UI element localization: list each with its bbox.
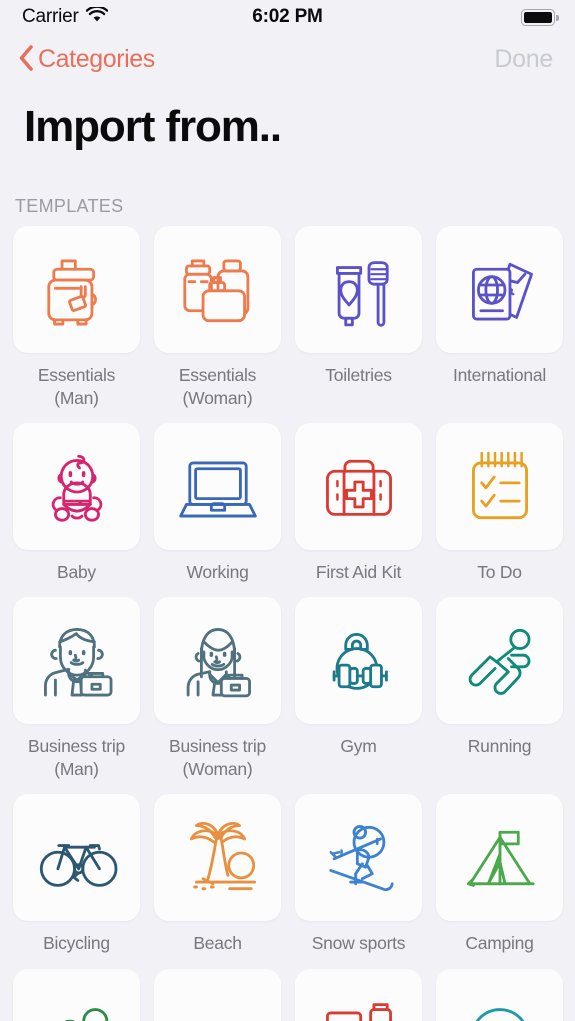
- template-tile[interactable]: Business trip (Man): [13, 597, 140, 794]
- suitcase-icon: [46, 259, 97, 326]
- template-icon-card[interactable]: [436, 794, 563, 922]
- template-tile[interactable]: To Do: [436, 423, 563, 597]
- template-tile[interactable]: Bicycling: [13, 794, 140, 968]
- template-label: International: [452, 365, 547, 386]
- template-label: Beach: [193, 933, 242, 954]
- section-header-templates: TEMPLATES: [15, 196, 124, 217]
- template-tile[interactable]: [436, 968, 563, 1021]
- template-label: Essentials (Woman): [178, 365, 257, 408]
- passport-ticket-icon: [471, 262, 533, 321]
- template-label: Business trip (Man): [28, 736, 125, 779]
- template-tile[interactable]: First Aid Kit: [295, 423, 422, 597]
- status-bar-right: [521, 8, 559, 26]
- businessman-icon: [43, 627, 112, 697]
- status-bar-left: Carrier: [22, 5, 108, 28]
- template-tile[interactable]: [13, 968, 140, 1021]
- template-icon-card[interactable]: [436, 226, 563, 354]
- palm-tree-sun-icon: [189, 821, 256, 890]
- navigation-bar: Categories Done: [0, 34, 575, 84]
- template-icon-card[interactable]: [13, 423, 140, 551]
- template-icon-card[interactable]: [154, 423, 281, 551]
- done-button[interactable]: Done: [494, 45, 553, 74]
- red-object-icon: [325, 1003, 392, 1021]
- template-icon-card[interactable]: [295, 226, 422, 354]
- template-icon-card[interactable]: [154, 794, 281, 922]
- template-tile[interactable]: Camping: [436, 794, 563, 968]
- baby-icon: [51, 454, 102, 522]
- template-icon-card[interactable]: [13, 226, 140, 354]
- blank-icon: [174, 988, 262, 1021]
- chevron-left-icon: [18, 44, 34, 75]
- template-label: Camping: [465, 933, 534, 954]
- tent-icon: [466, 830, 535, 887]
- template-icon-card[interactable]: [295, 423, 422, 551]
- template-label: First Aid Kit: [315, 562, 402, 583]
- template-tile[interactable]: Toiletries: [295, 226, 422, 423]
- template-tile[interactable]: Essentials (Woman): [154, 226, 281, 423]
- back-button-label: Categories: [38, 44, 155, 73]
- template-tile[interactable]: [295, 968, 422, 1021]
- businesswoman-icon: [186, 627, 251, 698]
- toothpaste-toothbrush-icon: [335, 260, 389, 327]
- template-icon-card[interactable]: [13, 968, 140, 1021]
- template-label: Gym: [340, 736, 377, 757]
- running-person-icon: [468, 628, 530, 695]
- template-tile[interactable]: Beach: [154, 794, 281, 968]
- page-title: Import from..: [24, 102, 282, 151]
- template-tile[interactable]: Working: [154, 423, 281, 597]
- template-label: Bicycling: [43, 933, 110, 954]
- template-icon-card[interactable]: [13, 597, 140, 725]
- template-tile[interactable]: [154, 968, 281, 1021]
- template-tile[interactable]: Snow sports: [295, 794, 422, 968]
- checklist-notepad-icon: [471, 451, 528, 519]
- template-label: Business trip (Woman): [169, 736, 266, 779]
- template-icon-card[interactable]: [436, 968, 563, 1021]
- template-icon-card[interactable]: [154, 968, 281, 1021]
- template-tile[interactable]: Gym: [295, 597, 422, 794]
- template-tile[interactable]: International: [436, 226, 563, 423]
- template-tile[interactable]: Business trip (Woman): [154, 597, 281, 794]
- status-bar: Carrier 6:02 PM: [0, 0, 575, 34]
- skier-icon: [328, 824, 394, 891]
- template-icon-card[interactable]: [295, 794, 422, 922]
- template-label: To Do: [477, 562, 522, 583]
- first-aid-kit-icon: [325, 459, 392, 516]
- template-tile[interactable]: Running: [436, 597, 563, 794]
- template-tile[interactable]: Baby: [13, 423, 140, 597]
- carrier-label: Carrier: [22, 6, 79, 27]
- template-label: Essentials (Man): [37, 365, 116, 408]
- templates-grid: Essentials (Man) Essentials (Woman) Toil…: [0, 226, 575, 1021]
- luggage-set-icon: [182, 259, 249, 322]
- tree-person-icon: [64, 1008, 108, 1021]
- wifi-icon: [85, 5, 108, 28]
- bicycle-icon: [39, 843, 117, 887]
- laptop-icon: [178, 461, 257, 518]
- template-label: Baby: [57, 562, 96, 583]
- battery-full-icon: [521, 8, 559, 26]
- template-label: Snow sports: [311, 933, 406, 954]
- template-icon-card[interactable]: [295, 597, 422, 725]
- template-icon-card[interactable]: [295, 968, 422, 1021]
- template-label: Working: [186, 562, 249, 583]
- template-icon-card[interactable]: [154, 597, 281, 725]
- template-label: Toiletries: [325, 365, 392, 386]
- template-label: Running: [467, 736, 532, 757]
- template-tile[interactable]: Essentials (Man): [13, 226, 140, 423]
- template-icon-card[interactable]: [154, 226, 281, 354]
- template-icon-card[interactable]: [436, 597, 563, 725]
- template-icon-card[interactable]: [436, 423, 563, 551]
- template-icon-card[interactable]: [13, 794, 140, 922]
- back-button[interactable]: Categories: [14, 42, 159, 77]
- kettlebell-dumbbell-icon: [332, 633, 388, 690]
- headphones-icon: [475, 1008, 524, 1021]
